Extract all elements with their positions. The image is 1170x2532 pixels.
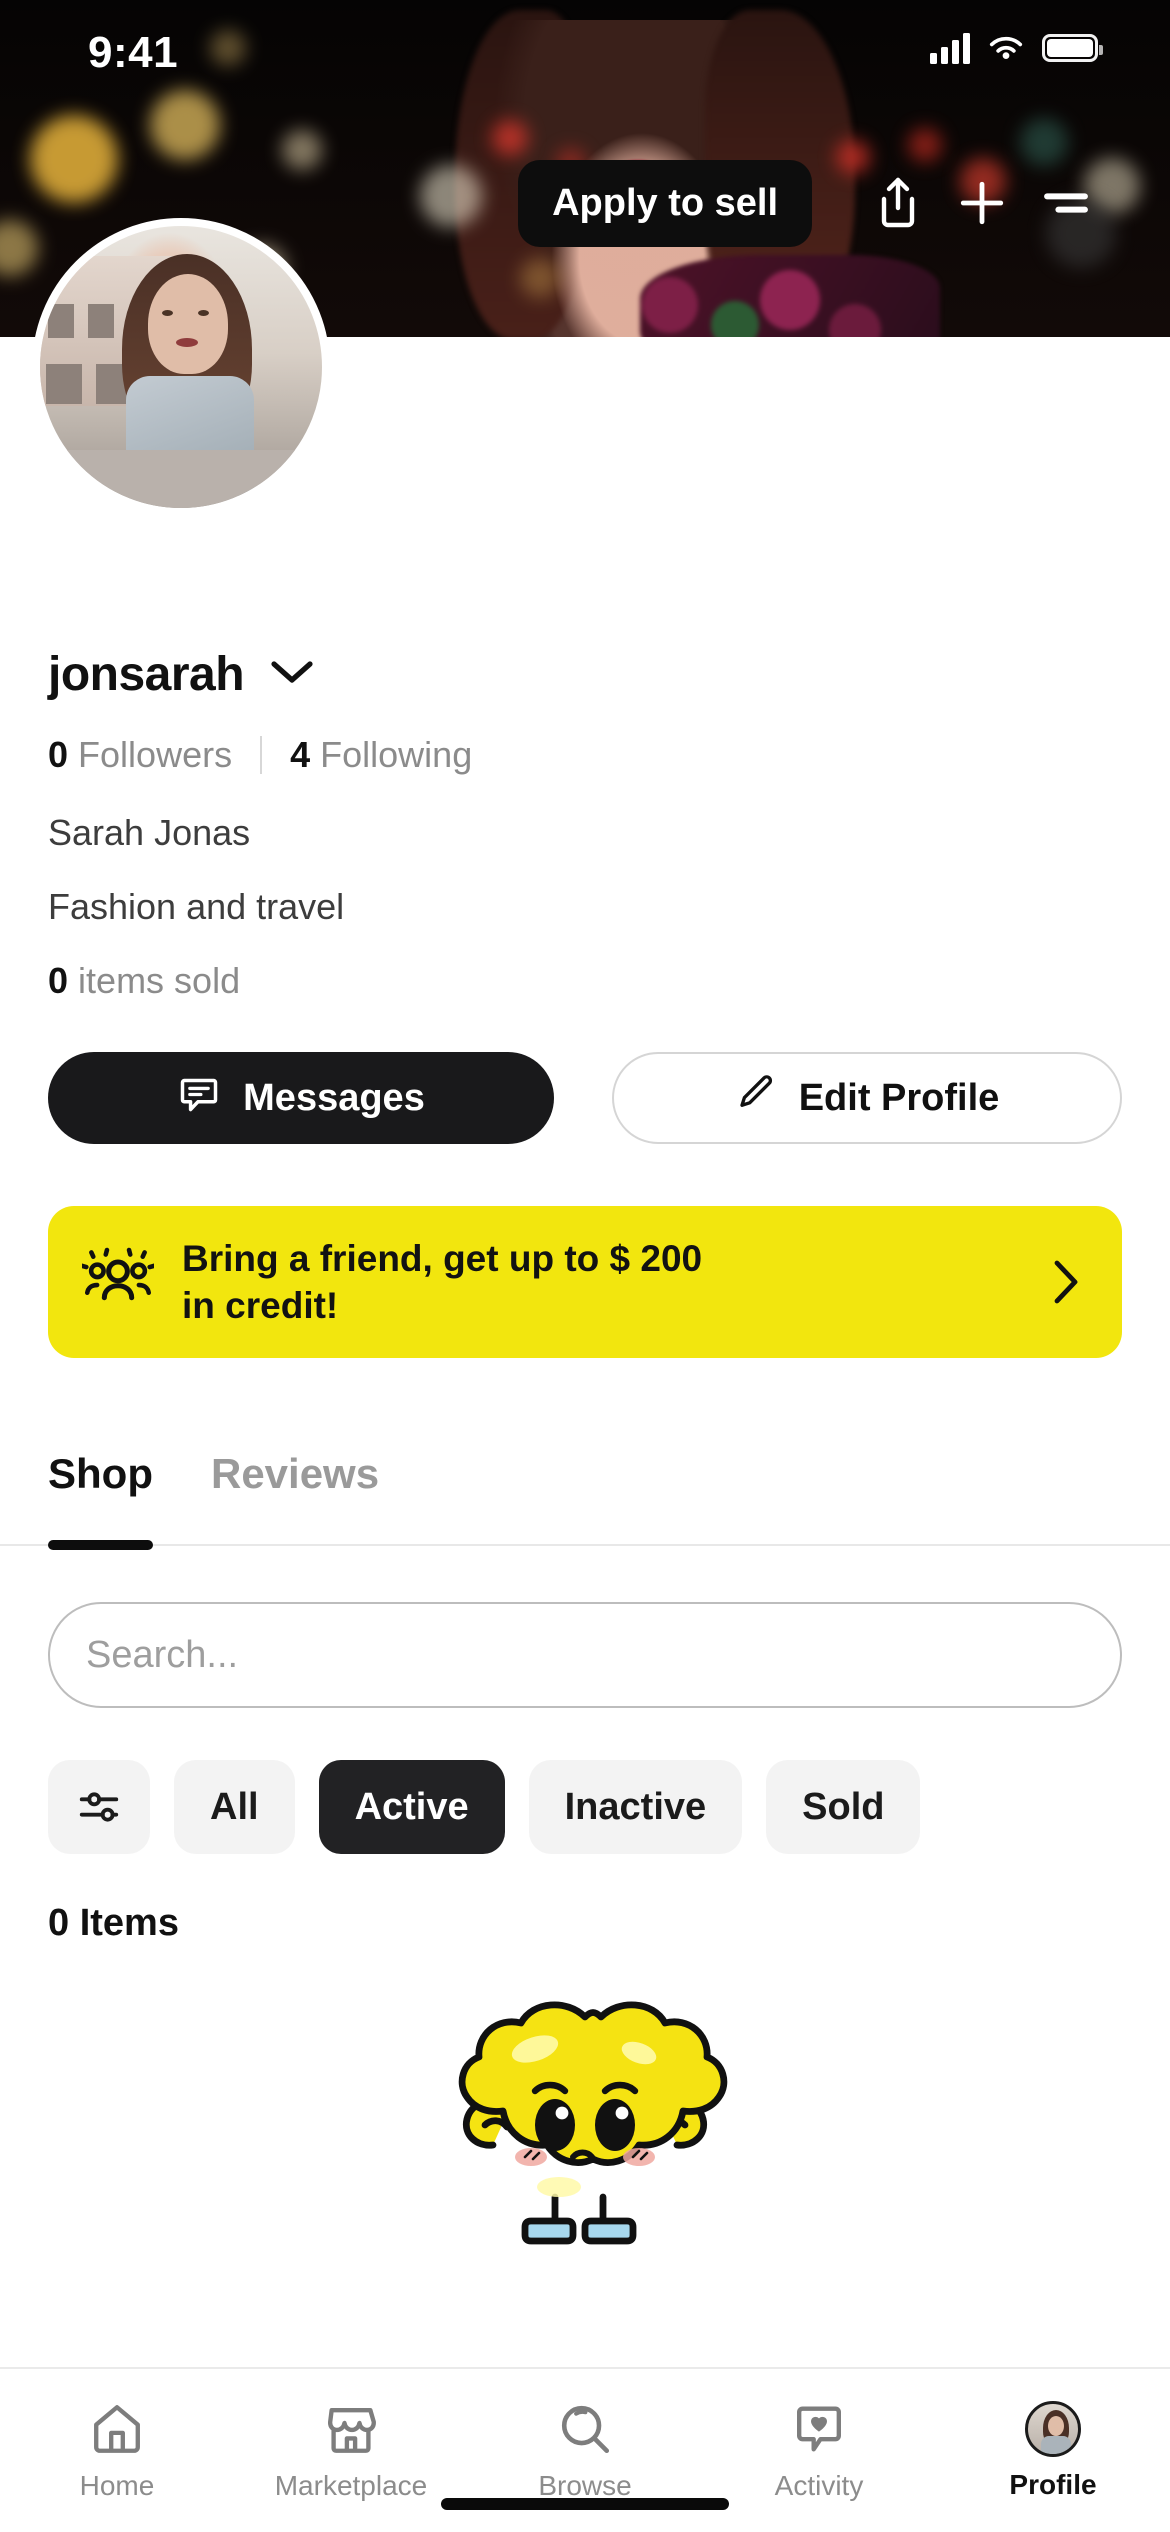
tab-shop[interactable]: Shop — [48, 1450, 153, 1550]
nav-label-browse: Browse — [538, 2469, 632, 2501]
battery-icon — [1042, 34, 1103, 62]
username-row[interactable]: jonsarah — [48, 647, 1122, 702]
empty-state-illustration — [48, 1981, 1122, 2251]
cellular-signal-icon — [930, 32, 970, 64]
filter-chips-row: All Active Inactive Sold — [48, 1760, 1122, 1854]
profile-tabs: Shop Reviews — [48, 1450, 1122, 1550]
wifi-icon — [989, 36, 1023, 60]
filter-chip-sold[interactable]: Sold — [766, 1760, 921, 1854]
followers-count: 0 — [48, 734, 69, 775]
nav-label-marketplace: Marketplace — [274, 2469, 428, 2501]
filter-chip-inactive[interactable]: Inactive — [528, 1760, 743, 1854]
profile-action-buttons: Messages Edit Profile — [48, 1052, 1122, 1144]
message-bubble-icon — [177, 1071, 221, 1125]
yellow-flexing-cloud-mascot — [458, 2001, 728, 2245]
referral-banner[interactable]: Bring a friend, get up to $ 200 in credi… — [48, 1206, 1122, 1358]
page-title: jonsarah — [48, 648, 245, 701]
home-icon — [94, 2404, 140, 2453]
people-group-icon — [79, 1244, 157, 1321]
profile-bio: Fashion and travel — [48, 886, 345, 927]
edit-profile-button[interactable]: Edit Profile — [612, 1052, 1122, 1144]
plus-icon[interactable] — [940, 165, 1024, 241]
nav-label-home: Home — [79, 2469, 155, 2501]
nav-item-activity[interactable]: Activity — [702, 2369, 936, 2532]
following-stat[interactable]: 4 Following — [290, 734, 472, 776]
items-sold-label: items sold — [78, 960, 241, 1001]
referral-banner-line2: in credit! — [182, 1285, 339, 1326]
status-bar: 9:41 — [0, 0, 1170, 120]
share-icon[interactable] — [856, 165, 940, 241]
search-input[interactable] — [86, 1633, 1084, 1677]
filter-chip-all[interactable]: All — [174, 1760, 295, 1854]
apply-to-sell-button[interactable]: Apply to sell — [518, 159, 812, 247]
items-sold: 0 items sold — [48, 960, 1122, 1002]
filter-chip-active[interactable]: Active — [318, 1760, 505, 1854]
nav-label-profile: Profile — [1009, 2468, 1097, 2500]
profile-avatar[interactable] — [32, 218, 330, 516]
profile-stats: 0 Followers 4 Following — [48, 734, 1122, 776]
referral-banner-text: Bring a friend, get up to $ 200 in credi… — [182, 1235, 1016, 1330]
nav-item-marketplace[interactable]: Marketplace — [234, 2369, 468, 2532]
following-label: Following — [320, 734, 473, 775]
pencil-icon — [735, 1072, 777, 1124]
profile-body: jonsarah 0 Followers 4 Following Sarah J… — [0, 337, 1170, 2251]
edit-profile-button-label: Edit Profile — [798, 1076, 1000, 1119]
search-bar[interactable] — [48, 1602, 1122, 1708]
heart-bubble-icon — [797, 2406, 841, 2451]
chevron-down-icon[interactable] — [270, 659, 314, 690]
followers-stat[interactable]: 0 Followers — [48, 734, 232, 776]
profile-full-name: Sarah Jonas — [48, 812, 251, 853]
tabs-divider — [0, 1544, 1170, 1546]
nav-label-activity: Activity — [774, 2469, 864, 2501]
storefront-icon — [328, 2407, 376, 2453]
search-magnifier-icon — [561, 2405, 610, 2453]
app-screen: 9:41 Apply to sell jonsarah 0 Followers … — [0, 0, 1170, 2532]
nav-item-profile[interactable]: Profile — [936, 2369, 1170, 2532]
sliders-filter-icon[interactable] — [48, 1760, 150, 1854]
tab-reviews[interactable]: Reviews — [211, 1450, 379, 1522]
hamburger-menu-icon[interactable] — [1024, 165, 1108, 241]
home-indicator — [441, 2498, 729, 2510]
avatar-icon — [1025, 2400, 1081, 2457]
messages-button[interactable]: Messages — [48, 1052, 554, 1144]
items-count: 0 Items — [48, 1902, 179, 1944]
messages-button-label: Messages — [243, 1076, 425, 1119]
chevron-right-icon[interactable] — [1044, 1259, 1088, 1305]
followers-label: Followers — [78, 734, 233, 775]
referral-banner-line1: Bring a friend, get up to $ 200 — [182, 1237, 703, 1279]
nav-item-home[interactable]: Home — [0, 2369, 234, 2532]
profile-header-actions: Apply to sell — [0, 159, 1170, 247]
stats-divider — [260, 736, 263, 774]
items-sold-count: 0 — [48, 960, 69, 1001]
status-time: 9:41 — [88, 28, 179, 77]
following-count: 4 — [290, 734, 311, 775]
